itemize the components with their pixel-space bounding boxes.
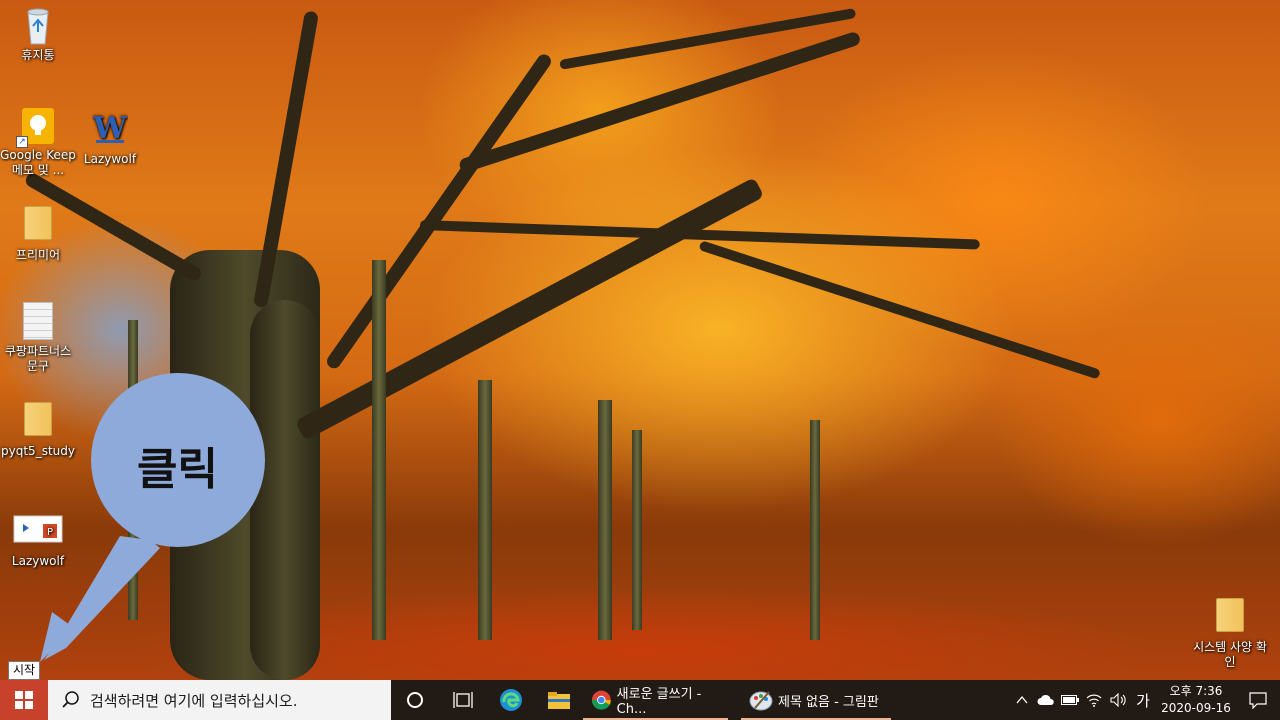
lazywolf-shortcut-top[interactable]: W Lazywolf [72, 110, 148, 167]
windows-logo-icon [15, 691, 33, 709]
svg-text:P: P [47, 527, 53, 538]
battery-icon [1061, 695, 1079, 705]
system-spec-label: 시스템 사양 확인 [1193, 640, 1267, 669]
taskbar: 검색하려면 여기에 입력하십시오. 새로운 글쓰기 - Ch... 제목 없음 … [0, 680, 1280, 720]
network-button[interactable] [1082, 680, 1106, 720]
wifi-icon [1086, 694, 1102, 707]
edge-button[interactable] [487, 680, 535, 720]
action-center-button[interactable] [1236, 680, 1280, 720]
cortana-icon [407, 692, 423, 708]
search-placeholder: 검색하려면 여기에 입력하십시오. [90, 691, 298, 710]
speaker-icon [1110, 693, 1126, 707]
google-keep-label: Google Keep 메모 및 ... [0, 148, 76, 177]
file-explorer-icon [548, 692, 570, 709]
premiere-folder[interactable]: 프리미어 [0, 206, 76, 263]
recycle-bin-icon [20, 6, 56, 46]
edge-icon [500, 689, 522, 711]
notification-icon [1249, 692, 1267, 709]
lazywolf-label-bottom: Lazywolf [11, 554, 65, 568]
chrome-icon [591, 690, 611, 710]
text-document-icon [20, 302, 56, 342]
clock-time: 오후 7:36 [1169, 684, 1223, 698]
desktop-wallpaper [0, 0, 1280, 680]
coupang-text-file[interactable]: 쿠팡파트너스 문구 [0, 302, 76, 374]
system-tray: 가 오후 7:36 2020-09-16 [1010, 680, 1280, 720]
task-view-icon [453, 692, 473, 708]
clock-date: 2020-09-16 [1161, 701, 1231, 715]
coupang-label: 쿠팡파트너스 문구 [4, 344, 72, 373]
folder-icon [20, 206, 56, 246]
input-method-button[interactable]: 가 [1130, 680, 1156, 720]
pyqt5-label: pyqt5_study [1, 444, 75, 458]
battery-button[interactable] [1058, 680, 1082, 720]
start-button[interactable] [0, 680, 48, 720]
recycle-bin-shortcut[interactable]: 휴지통 [0, 6, 76, 63]
google-keep-icon: ↗ [16, 106, 56, 148]
paint-icon [749, 691, 773, 711]
volume-button[interactable] [1106, 680, 1130, 720]
pyqt5-study-folder[interactable]: pyqt5_study [0, 402, 76, 459]
lazywolf-label-top: Lazywolf [83, 152, 137, 166]
lazywolf-w-icon: W [92, 110, 128, 150]
clock[interactable]: 오후 7:36 2020-09-16 [1156, 683, 1236, 717]
chevron-up-icon [1016, 695, 1028, 704]
search-box[interactable]: 검색하려면 여기에 입력하십시오. [48, 680, 391, 720]
cloud-icon [1037, 694, 1054, 705]
taskbar-app-chrome[interactable]: 새로운 글쓰기 - Ch... [583, 680, 728, 720]
taskbar-app-paint[interactable]: 제목 없음 - 그림판 [741, 680, 891, 720]
premiere-label: 프리미어 [15, 248, 61, 262]
file-explorer-button[interactable] [535, 680, 583, 720]
system-spec-folder[interactable]: 시스템 사양 확인 [1192, 598, 1268, 670]
task-view-button[interactable] [439, 680, 487, 720]
chrome-window-title: 새로운 글쓰기 - Ch... [616, 687, 702, 717]
google-keep-shortcut[interactable]: ↗ Google Keep 메모 및 ... [0, 106, 76, 178]
onedrive-button[interactable] [1034, 680, 1058, 720]
folder-icon [1212, 598, 1248, 638]
callout-text: 클릭 [137, 444, 218, 495]
powerpoint-icon: P [13, 512, 63, 552]
lazywolf-pptx-file[interactable]: P Lazywolf [0, 512, 76, 569]
show-hidden-icons-button[interactable] [1010, 680, 1034, 720]
start-tooltip: 시작 [8, 661, 41, 680]
cortana-button[interactable] [391, 680, 439, 720]
folder-icon [20, 402, 56, 442]
recycle-bin-label: 휴지통 [21, 48, 55, 62]
paint-window-title: 제목 없음 - 그림판 [778, 694, 879, 710]
search-icon [60, 690, 86, 710]
